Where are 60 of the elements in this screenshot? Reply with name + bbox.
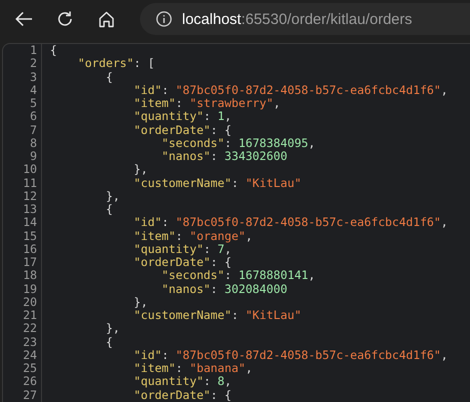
line-number: 11 bbox=[3, 176, 42, 190]
code-line: "id": "87bc05f0-87d2-4058-b57c-ea6fcbc4d1f6", bbox=[132, 216, 449, 230]
line-number: 2 bbox=[3, 57, 42, 70]
line-number: 5 bbox=[3, 97, 42, 110]
line-number: 24 bbox=[3, 348, 42, 362]
code-line: "seconds": 1678880141, bbox=[160, 269, 316, 282]
address-bar[interactable]: localhost:65530/order/kitlau/orders bbox=[140, 3, 470, 35]
home-icon bbox=[98, 10, 114, 28]
line-number: 22 bbox=[3, 322, 42, 336]
code-line: }, bbox=[132, 163, 149, 176]
code-line: { bbox=[104, 203, 114, 216]
code-line: "nanos": 302084000 bbox=[160, 282, 288, 296]
code-line: { bbox=[49, 44, 58, 58]
line-number: 3 bbox=[3, 70, 42, 84]
code-line: "quantity": 1, bbox=[132, 110, 232, 124]
code-line: "orderDate": { bbox=[132, 388, 232, 402]
code-line: }, bbox=[104, 322, 121, 336]
line-number: 23 bbox=[3, 336, 42, 349]
code-line: "quantity": 8, bbox=[132, 375, 232, 388]
line-number: 8 bbox=[3, 136, 42, 150]
code-line: "orderDate": { bbox=[132, 124, 232, 137]
line-number: 21 bbox=[3, 309, 42, 322]
line-number: 17 bbox=[3, 256, 42, 270]
line-number: 6 bbox=[3, 110, 42, 124]
code-line: "quantity": 7, bbox=[132, 242, 232, 256]
code-line: "customerName": "KitLau" bbox=[132, 176, 302, 190]
reload-icon bbox=[56, 10, 74, 28]
url-text: localhost:65530/order/kitlau/orders bbox=[182, 10, 412, 28]
code-line: "id": "87bc05f0-87d2-4058-b57c-ea6fcbc4d1f6", bbox=[132, 84, 449, 97]
code-line: "customerName": "KitLau" bbox=[132, 309, 302, 322]
code-line: "orderDate": { bbox=[132, 256, 232, 270]
back-arrow-icon bbox=[15, 11, 33, 27]
code-line: }, bbox=[132, 296, 149, 309]
line-number: 19 bbox=[3, 282, 42, 296]
code-line: "item": "banana", bbox=[132, 362, 254, 376]
line-number: 13 bbox=[3, 203, 42, 216]
code-line: "item": "strawberry", bbox=[132, 97, 282, 110]
line-number: 9 bbox=[3, 150, 42, 164]
code-line: "nanos": 334302600 bbox=[160, 150, 288, 164]
line-number: 18 bbox=[3, 269, 42, 282]
line-number: 12 bbox=[3, 190, 42, 203]
line-number: 27 bbox=[3, 388, 42, 402]
line-number: 16 bbox=[3, 242, 42, 256]
line-number: 20 bbox=[3, 296, 42, 309]
line-number: 7 bbox=[3, 124, 42, 137]
code-line: "seconds": 1678384095, bbox=[160, 136, 316, 150]
code-line: "item": "orange", bbox=[132, 230, 254, 243]
line-number: 10 bbox=[3, 163, 42, 176]
line-number: 26 bbox=[3, 375, 42, 388]
code-line: }, bbox=[104, 190, 121, 203]
line-number: 15 bbox=[3, 230, 42, 243]
code-line: "id": "87bc05f0-87d2-4058-b57c-ea6fcbc4d1f6", bbox=[132, 348, 449, 362]
info-icon bbox=[156, 11, 172, 27]
code-line: { bbox=[104, 70, 114, 84]
code-line: "orders": [ bbox=[76, 57, 156, 70]
line-number: 4 bbox=[3, 84, 42, 97]
line-number: 25 bbox=[3, 362, 42, 376]
code-line: { bbox=[104, 336, 114, 349]
line-number: 1 bbox=[3, 44, 42, 58]
line-number: 14 bbox=[3, 216, 42, 230]
